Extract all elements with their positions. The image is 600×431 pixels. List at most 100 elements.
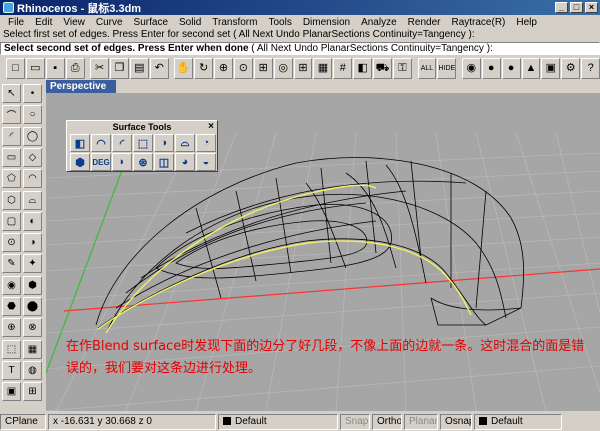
surface-tool-button[interactable]: ⬚ <box>133 134 153 152</box>
left-tool-button[interactable]: ▦ <box>23 339 42 359</box>
zoom-selected-button[interactable]: ◎ <box>273 58 293 79</box>
rotate-view-button[interactable]: ↻ <box>194 58 214 79</box>
left-tool-button[interactable]: ⬢ <box>23 275 42 295</box>
status-layer-2[interactable]: Default <box>474 414 562 430</box>
surface-tool-button[interactable]: ⊛ <box>133 153 153 171</box>
minimize-button[interactable]: _ <box>555 2 568 13</box>
left-tool-button[interactable]: ⬣ <box>2 297 21 316</box>
left-tool-button[interactable]: ⊙ <box>2 233 21 253</box>
menu-render[interactable]: Render <box>402 17 446 28</box>
shaded-sphere-button[interactable]: ● <box>481 58 501 79</box>
hide-button[interactable]: HIDE <box>437 58 457 79</box>
surface-tool-button[interactable]: ⬢ <box>70 153 90 171</box>
lock-button[interactable]: ⚿ <box>393 58 412 79</box>
command-options[interactable]: ( All Next Undo PlanarSections Continuit… <box>249 43 493 54</box>
menu-raytracer[interactable]: Raytrace(R) <box>445 17 510 28</box>
left-tool-button[interactable]: ▣ <box>2 382 21 402</box>
left-tool-button[interactable]: ◉ <box>2 275 21 295</box>
left-tool-button[interactable]: ⬚ <box>2 339 21 359</box>
menu-help[interactable]: Help <box>510 17 542 28</box>
open-file-button[interactable]: ▭ <box>25 58 45 79</box>
surface-tool-button[interactable]: DEG <box>91 153 111 171</box>
left-tool-button[interactable]: ◜ <box>2 126 21 146</box>
surface-tool-button[interactable]: ◗ <box>112 153 132 171</box>
print-button[interactable]: ⎙ <box>65 58 85 79</box>
menu-analyze[interactable]: Analyze <box>355 17 402 28</box>
paste-button[interactable]: ▤ <box>129 58 149 79</box>
surface-tool-button[interactable]: ◜ <box>112 134 132 152</box>
surface-tool-button[interactable]: ◕ <box>175 153 195 171</box>
left-tool-button[interactable]: T <box>2 360 21 380</box>
status-osnap[interactable]: Osnap <box>440 414 472 430</box>
status-layer[interactable]: Default <box>218 414 338 430</box>
status-planar[interactable]: Planar <box>404 414 438 430</box>
surface-tool-button[interactable]: ◒ <box>196 153 216 171</box>
command-prompt[interactable]: Select second set of edges. Press Enter … <box>0 42 600 55</box>
left-tool-button[interactable]: ⬠ <box>2 169 21 189</box>
zoom-dynamic-button[interactable]: ⊙ <box>233 58 253 79</box>
status-snap[interactable]: Snap <box>340 414 370 430</box>
render-car-button[interactable]: ⛟ <box>373 58 393 79</box>
cut-button[interactable]: ✂ <box>90 58 110 79</box>
left-tool-button[interactable]: ✎ <box>2 254 21 274</box>
new-file-button[interactable]: □ <box>6 58 25 79</box>
left-tool-button[interactable]: ◯ <box>23 126 42 146</box>
menu-transform[interactable]: Transform <box>206 17 262 28</box>
menu-solid[interactable]: Solid <box>173 17 206 28</box>
left-tool-button[interactable]: ▢ <box>2 211 21 231</box>
left-tool-button[interactable]: ⊕ <box>2 318 21 338</box>
left-tool-button[interactable]: ◍ <box>23 360 42 380</box>
surface-tools-panel[interactable]: Surface Tools × ◧ ◠ ◜ ⬚ ◑ ⌓ ◔ ⬢ DEG ◗ ⊛ ◫ ◕ ◒ <box>66 120 218 172</box>
menu-dimension[interactable]: Dimension <box>297 17 355 28</box>
surface-tool-button[interactable]: ⌓ <box>175 134 195 152</box>
grid-button[interactable]: # <box>333 58 353 79</box>
left-tool-button[interactable]: ◇ <box>23 147 42 167</box>
options-button[interactable]: ⚙ <box>561 58 581 79</box>
surface-tool-button[interactable]: ◔ <box>196 134 216 152</box>
left-tool-button[interactable]: ⌒ <box>2 105 21 125</box>
object-properties-button[interactable]: ◧ <box>353 58 373 79</box>
left-tool-button[interactable]: ◑ <box>23 233 42 253</box>
left-tool-button[interactable]: ▭ <box>2 147 21 167</box>
render-preview-button[interactable]: ▣ <box>541 58 561 79</box>
zoom-window-button[interactable]: ⊕ <box>214 58 233 79</box>
left-tool-button[interactable]: ⬡ <box>2 190 21 210</box>
surface-tools-close-button[interactable]: × <box>208 121 214 132</box>
pan-button[interactable]: ✋ <box>174 58 194 79</box>
show-all-button[interactable]: ALL <box>417 58 437 79</box>
viewport-title-perspective[interactable]: Perspective <box>46 80 116 93</box>
menu-edit[interactable]: Edit <box>29 17 57 28</box>
surface-tool-button[interactable]: ◧ <box>70 134 90 152</box>
left-tool-button[interactable]: ✦ <box>23 254 42 274</box>
status-cplane[interactable]: CPlane <box>0 414 46 430</box>
menu-file[interactable]: File <box>2 17 29 28</box>
status-ortho[interactable]: Ortho <box>372 414 402 430</box>
save-file-button[interactable]: ▪ <box>45 58 65 79</box>
menu-curve[interactable]: Curve <box>90 17 128 28</box>
left-tool-button[interactable]: • <box>23 84 42 103</box>
surface-tool-button[interactable]: ◠ <box>91 134 111 152</box>
help-button[interactable]: ? <box>581 58 600 79</box>
left-tool-button[interactable]: ⊗ <box>23 318 42 338</box>
maximize-button[interactable]: □ <box>570 2 583 13</box>
left-tool-button[interactable]: ◠ <box>23 169 42 189</box>
cplane-button[interactable]: ▦ <box>313 58 333 79</box>
surface-tool-button[interactable]: ◑ <box>154 134 174 152</box>
left-tool-button[interactable]: ⌓ <box>23 190 42 210</box>
undo-button[interactable]: ↶ <box>149 58 169 79</box>
copy-button[interactable]: ❐ <box>110 58 129 79</box>
light-button[interactable]: ▲ <box>521 58 541 79</box>
menu-tools[interactable]: Tools <box>262 17 296 28</box>
left-tool-button[interactable]: ⬤ <box>23 297 42 316</box>
left-tool-button[interactable]: ◐ <box>23 211 42 231</box>
menu-surface[interactable]: Surface <box>128 17 173 28</box>
four-views-button[interactable]: ⊞ <box>293 58 313 79</box>
menu-view[interactable]: View <box>57 17 90 28</box>
color-wheel-button[interactable]: ◉ <box>461 58 481 79</box>
left-tool-button[interactable]: ⊞ <box>23 382 42 402</box>
left-tool-button[interactable]: ↖ <box>2 84 21 103</box>
render-sphere-button[interactable]: ● <box>501 58 521 79</box>
close-button[interactable]: × <box>585 2 598 13</box>
surface-tool-button[interactable]: ◫ <box>154 153 174 171</box>
left-tool-button[interactable]: ○ <box>23 105 42 125</box>
